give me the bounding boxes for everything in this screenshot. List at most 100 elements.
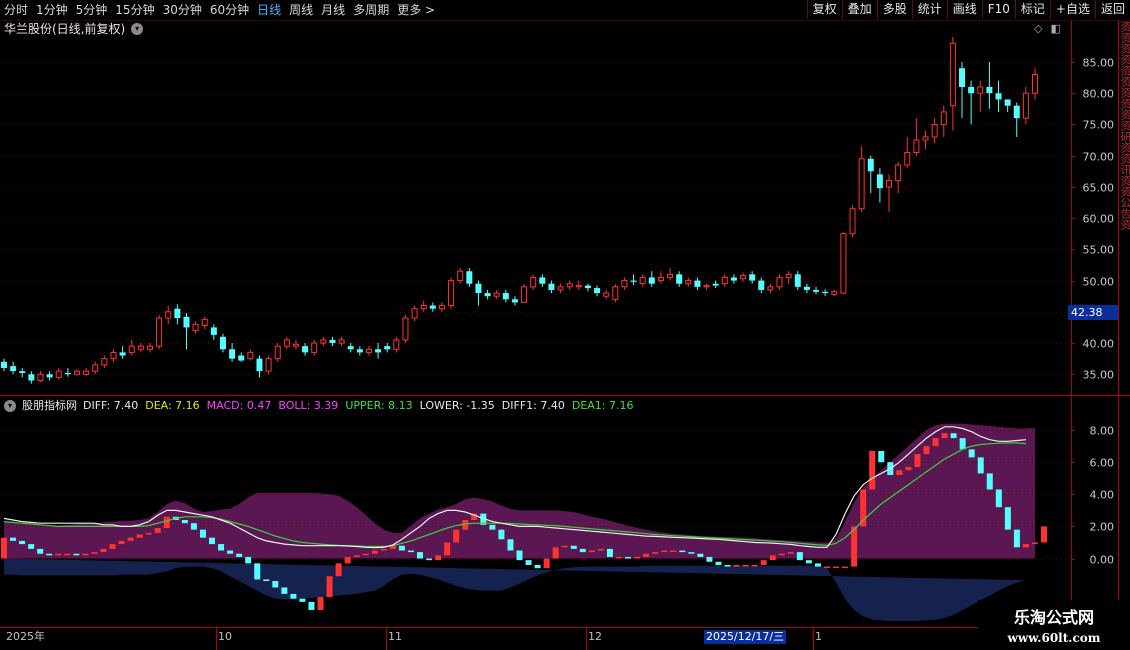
candle xyxy=(92,364,99,372)
candle xyxy=(192,323,199,332)
candle xyxy=(1022,92,1029,119)
indicator-value: DIFF: 7.40 xyxy=(83,399,139,412)
macd-bar xyxy=(10,537,17,541)
stock-chart[interactable]: 35.0040.0045.0050.0055.0060.0065.0070.00… xyxy=(0,0,1130,650)
macd-bar xyxy=(932,438,939,447)
candle xyxy=(292,343,299,347)
indicator-header: ▾ 股朋指标网 DIFF: 7.40 DEA: 7.16 MACD: 0.47 BOL… xyxy=(4,399,634,413)
candle xyxy=(457,270,464,282)
window-toggle-icon[interactable]: ◧ xyxy=(1050,22,1060,35)
candle xyxy=(46,374,53,378)
macd-bar xyxy=(344,556,351,564)
candle xyxy=(375,349,382,353)
candle xyxy=(931,123,938,138)
y-tick-label: 4.00 xyxy=(1090,489,1115,502)
macd-bar xyxy=(516,550,523,561)
macd-bar xyxy=(977,457,984,474)
macd-bar xyxy=(588,550,595,553)
macd-bar xyxy=(227,550,234,554)
indicator-value: DEA1: 7.16 xyxy=(571,399,634,412)
macd-bar xyxy=(507,539,514,551)
macd-bar xyxy=(317,597,324,610)
macd-bar xyxy=(742,564,749,567)
macd-bar xyxy=(959,438,966,450)
x-axis-label: 11 xyxy=(388,630,402,643)
candle xyxy=(575,285,582,288)
macd-bar xyxy=(109,544,116,549)
right-side-tabs[interactable]: 资资资资资资资资资资研资资讯资资公告资 xyxy=(1119,21,1130,395)
macd-bar xyxy=(543,558,550,569)
indicator-value: BOLL: 3.39 xyxy=(278,399,339,412)
candle xyxy=(794,274,801,287)
candle xyxy=(767,286,774,291)
candle xyxy=(365,348,372,353)
macd-bar xyxy=(398,545,405,551)
macd-bar xyxy=(91,552,98,554)
candle xyxy=(19,371,26,374)
macd-bar xyxy=(181,520,188,524)
macd-bar xyxy=(199,529,206,538)
watermark-title: 乐淘公式网 xyxy=(1013,608,1094,627)
candle xyxy=(256,358,263,372)
candle xyxy=(803,286,810,290)
candle xyxy=(1013,105,1020,119)
y-tick-label: 55.00 xyxy=(1083,244,1115,257)
candle xyxy=(940,111,947,125)
y-tick-label: 0.00 xyxy=(1090,554,1115,567)
diamond-icon[interactable]: ◇ xyxy=(1034,22,1042,35)
macd-bar xyxy=(308,601,315,610)
candle xyxy=(776,276,783,288)
macd-bar xyxy=(37,548,44,554)
lower-band-area xyxy=(4,558,1026,622)
macd-bar xyxy=(751,564,758,567)
macd-bar xyxy=(353,555,360,557)
macd-bar xyxy=(905,467,912,471)
chevron-down-icon[interactable]: ▾ xyxy=(131,23,144,35)
macd-bar xyxy=(715,561,722,565)
candle xyxy=(1004,99,1011,106)
macd-bar xyxy=(55,553,62,556)
x-axis-label: 2025年 xyxy=(6,630,45,643)
macd-bar xyxy=(679,550,686,553)
indicator-value: UPPER: 8.13 xyxy=(345,399,413,412)
candle xyxy=(703,285,710,288)
candle xyxy=(986,86,993,94)
candle xyxy=(539,277,546,284)
candle xyxy=(73,370,80,375)
watermark-url: www.60lt.com xyxy=(1007,631,1101,645)
candle xyxy=(183,316,190,328)
macd-bar xyxy=(968,449,975,458)
y-tick-label: 50.00 xyxy=(1083,276,1115,289)
y-tick-label: 40.00 xyxy=(1083,338,1115,351)
y-tick-label: 60.00 xyxy=(1083,213,1115,226)
candle xyxy=(977,86,984,94)
macd-bar xyxy=(218,544,225,551)
macd-bar xyxy=(127,537,134,541)
candle xyxy=(886,180,893,188)
macd-bar xyxy=(371,550,378,554)
candle xyxy=(712,283,719,286)
macd-bar xyxy=(136,534,143,538)
y-tick-label: 8.00 xyxy=(1090,425,1115,438)
macd-bar xyxy=(489,524,496,530)
candle xyxy=(229,349,236,359)
candle xyxy=(584,285,591,289)
candle xyxy=(694,280,701,287)
candle xyxy=(603,292,610,297)
candle xyxy=(730,277,737,281)
candle xyxy=(959,68,966,87)
candle xyxy=(922,136,929,141)
candle xyxy=(137,345,144,350)
candle xyxy=(466,271,473,284)
candle xyxy=(913,139,920,154)
macd-bar xyxy=(570,545,577,549)
x-axis-label: 1 xyxy=(815,630,822,643)
y-tick-label: 80.00 xyxy=(1083,88,1115,101)
macd-bar xyxy=(380,548,387,551)
macd-bar xyxy=(118,540,125,545)
candle xyxy=(676,274,683,284)
chevron-down-icon[interactable]: ▾ xyxy=(4,400,16,412)
candle xyxy=(329,339,336,344)
y-tick-label: 65.00 xyxy=(1083,182,1115,195)
macd-bar xyxy=(661,550,668,553)
